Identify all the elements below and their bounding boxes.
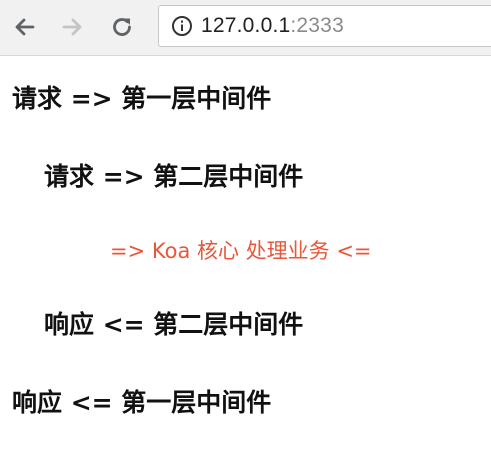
site-info-icon[interactable] bbox=[171, 15, 193, 37]
forward-arrow-icon bbox=[62, 18, 82, 36]
browser-toolbar: 127.0.0.1:2333 bbox=[0, 0, 491, 56]
browser-window: 127.0.0.1:2333 请求 => 第一层中间件 请求 => 第二层中间件… bbox=[0, 0, 491, 456]
page-content: 请求 => 第一层中间件 请求 => 第二层中间件 => Koa 核心 处理业务… bbox=[0, 56, 491, 456]
reload-icon bbox=[113, 18, 131, 36]
request-layer-two-text: 请求 => 第二层中间件 bbox=[44, 162, 304, 191]
response-layer-two-text: 响应 <= 第二层中间件 bbox=[44, 310, 304, 339]
forward-button[interactable] bbox=[55, 10, 89, 44]
url-port: :2333 bbox=[290, 14, 344, 37]
url-text[interactable]: 127.0.0.1:2333 bbox=[201, 14, 344, 38]
back-button[interactable] bbox=[8, 10, 42, 44]
url-host: 127.0.0.1 bbox=[201, 14, 291, 37]
reload-button[interactable] bbox=[105, 10, 139, 44]
koa-core-text: => Koa 核心 处理业务 <= bbox=[110, 239, 372, 263]
response-layer-one-text: 响应 <= 第一层中间件 bbox=[12, 388, 272, 417]
address-bar[interactable]: 127.0.0.1:2333 bbox=[158, 5, 491, 47]
request-layer-one-text: 请求 => 第一层中间件 bbox=[12, 84, 272, 113]
back-arrow-icon bbox=[15, 18, 35, 36]
